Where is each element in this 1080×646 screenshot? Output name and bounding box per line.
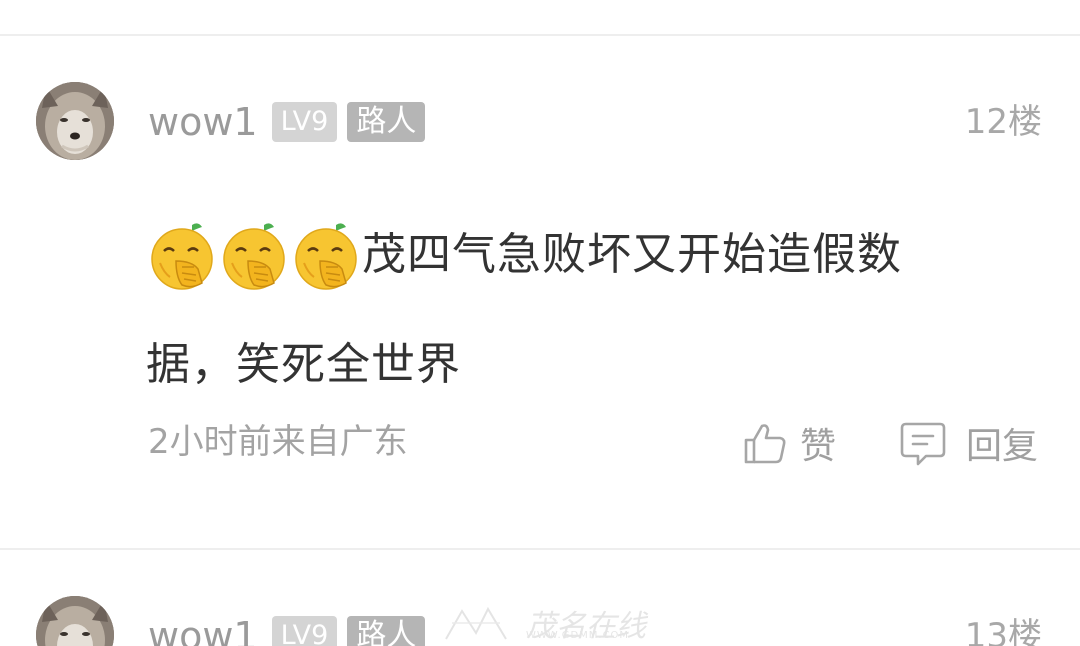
thumbs-up-icon <box>742 420 788 466</box>
comment-header: wow1 LV9 路人 <box>148 100 426 144</box>
username[interactable]: wow1 <box>148 100 258 144</box>
facepalm-giggle-emoji-icon <box>146 219 218 291</box>
comment-meta: 2小时前来自广东 <box>148 422 408 462</box>
watermark-subtext: WWW.GDMM.COM <box>526 630 630 641</box>
level-badge: LV9 <box>271 102 338 142</box>
reply-button[interactable]: 回复 <box>900 418 1038 468</box>
comment-divider <box>0 548 1080 550</box>
reply-label: 回复 <box>966 426 1039 467</box>
facepalm-giggle-emoji-icon <box>290 219 362 291</box>
avatar-image <box>36 596 114 646</box>
role-badge: 路人 <box>347 616 426 646</box>
floor-number: 12楼 <box>964 102 1042 142</box>
role-badge: 路人 <box>347 102 426 142</box>
username[interactable]: wow1 <box>148 614 258 646</box>
like-label: 赞 <box>800 426 837 467</box>
level-badge: LV9 <box>271 616 338 646</box>
avatar[interactable] <box>36 596 114 646</box>
comment-text-line2: 据，笑死全世界 <box>146 339 461 390</box>
comment-text-line1: 茂四气急败坏又开始造假数 <box>362 229 902 280</box>
comment-header: wow1 LV9 路人 <box>148 614 426 646</box>
avatar-image <box>36 82 114 160</box>
site-watermark: 茂名在线 WWW.GDMM.COM <box>442 600 646 646</box>
top-divider <box>0 34 1080 36</box>
facepalm-giggle-emoji-icon <box>218 219 290 291</box>
floor-number: 13楼 <box>964 616 1042 646</box>
avatar[interactable] <box>36 82 114 160</box>
comment-bubble-icon <box>900 420 946 466</box>
like-button[interactable]: 赞 <box>742 418 836 468</box>
comment-content: 茂四气急败坏又开始造假数 据，笑死全世界 <box>146 200 1026 420</box>
watermark-logo-icon <box>445 606 507 640</box>
